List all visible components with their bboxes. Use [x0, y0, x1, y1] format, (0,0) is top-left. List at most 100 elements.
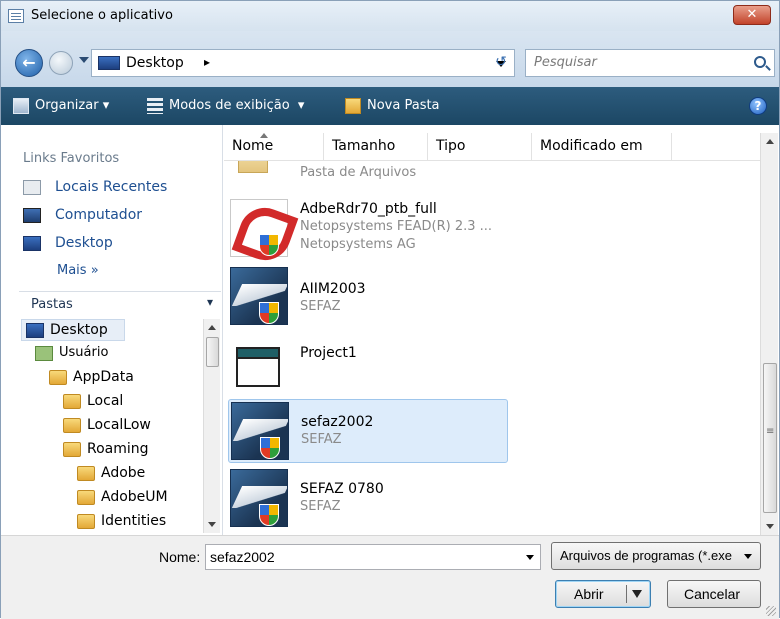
title-bar: Selecione o aplicativo ✕: [1, 1, 779, 31]
column-type[interactable]: Tipo: [428, 133, 532, 161]
file-name: AdbeRdr70_ptb_full: [300, 201, 437, 217]
address-bar: ← Desktop ▸ ↺ Pesquisar: [1, 31, 779, 87]
column-name[interactable]: Nome: [224, 133, 324, 161]
file-name: sefaz2002: [301, 414, 374, 430]
tree-item-label: Roaming: [87, 441, 149, 457]
file-list-scrollbar[interactable]: [760, 133, 778, 535]
file-list: Pasta de Arquivos AdbeRdr70_ptb_full Net…: [224, 161, 760, 535]
refresh-button[interactable]: ↺: [487, 50, 515, 76]
application-icon: [230, 267, 288, 325]
favorite-computer[interactable]: Computador: [23, 205, 213, 227]
search-input[interactable]: Pesquisar: [525, 49, 775, 77]
scroll-down-icon[interactable]: [208, 522, 216, 527]
favorite-label: Locais Recentes: [55, 179, 168, 195]
tree-item-label: Adobe: [101, 465, 146, 481]
favorites-heading: Links Favoritos: [23, 151, 120, 166]
column-modified[interactable]: Modificado em: [532, 133, 672, 161]
folder-tree-scroll-thumb[interactable]: [206, 337, 219, 367]
scroll-up-icon[interactable]: [766, 139, 774, 144]
filename-field[interactable]: sefaz2002: [205, 544, 541, 570]
column-label: Tipo: [436, 138, 466, 154]
scroll-up-icon[interactable]: [208, 325, 216, 330]
help-icon[interactable]: ?: [749, 97, 767, 115]
folder-icon: [63, 418, 81, 433]
tree-item-label: Identities: [101, 513, 167, 529]
history-dropdown-icon[interactable]: [79, 57, 89, 63]
window-icon: [8, 9, 24, 23]
folders-label: Pastas: [31, 297, 73, 312]
file-type-select[interactable]: Arquivos de programas (*.exe: [551, 542, 761, 570]
folder-tree: Desktop Usuário AppData Local LocalLow R…: [19, 317, 203, 533]
file-item[interactable]: Project1: [228, 333, 508, 397]
scroll-down-icon[interactable]: [766, 524, 774, 529]
application-icon: [231, 402, 289, 460]
file-item[interactable]: AIIM2003 SEFAZ: [228, 265, 508, 329]
column-size[interactable]: Tamanho: [324, 133, 428, 161]
file-item-selected[interactable]: sefaz2002 SEFAZ: [228, 399, 508, 463]
open-options-arrow-icon[interactable]: [632, 590, 642, 598]
column-label: Tamanho: [332, 138, 396, 154]
chevron-down-icon: [744, 554, 752, 559]
views-icon: [147, 98, 163, 114]
tree-item-desktop[interactable]: Desktop: [21, 319, 125, 341]
column-headers: Nome Tamanho Tipo Modificado em: [224, 133, 760, 161]
file-name: SEFAZ 0780: [300, 481, 384, 497]
uac-shield-icon: [260, 437, 280, 459]
tree-item-label: Usuário: [59, 345, 109, 360]
column-label: Nome: [232, 138, 274, 154]
file-company: SEFAZ: [300, 299, 341, 314]
dialog-footer: Nome: sefaz2002 Arquivos de programas (*…: [1, 535, 779, 619]
favorite-desktop[interactable]: Desktop: [23, 233, 213, 255]
file-company: SEFAZ: [301, 432, 342, 447]
open-with-dialog: Selecione o aplicativo ✕ ← Desktop ▸ ↺ P…: [0, 0, 780, 619]
file-item[interactable]: AdbeRdr70_ptb_full Netopsystems FEAD(R) …: [228, 197, 508, 261]
folder-tree-scrollbar[interactable]: [203, 319, 220, 533]
folder-icon: [63, 394, 81, 409]
open-label: Abrir: [574, 586, 604, 602]
address-field[interactable]: Desktop ▸: [91, 49, 515, 77]
filename-value[interactable]: sefaz2002: [210, 549, 275, 565]
open-button[interactable]: Abrir: [555, 580, 651, 608]
folder-icon: [77, 466, 95, 481]
organize-label: Organizar: [35, 98, 99, 113]
computer-icon: [23, 208, 41, 223]
navigation-pane: Links Favoritos Locais Recentes Computad…: [1, 125, 223, 535]
file-name: Project1: [300, 345, 357, 361]
uac-shield-icon: [259, 504, 279, 526]
cancel-button[interactable]: Cancelar: [667, 580, 761, 608]
command-toolbar: Organizar ▾ Modos de exibição ▾ Nova Pas…: [1, 87, 779, 125]
new-folder-icon: [345, 98, 361, 114]
desktop-icon: [98, 56, 120, 70]
file-description: Netopsystems FEAD(R) 2.3 ...: [300, 219, 493, 234]
breadcrumb-chevron-icon[interactable]: ▸: [204, 55, 210, 69]
file-company: Netopsystems AG: [300, 237, 416, 252]
column-label: Modificado em: [540, 138, 643, 154]
uac-shield-icon: [259, 302, 279, 324]
folder-icon: [49, 370, 67, 385]
organize-icon: [13, 98, 29, 114]
folder-icon: [238, 161, 268, 173]
back-button[interactable]: ←: [15, 49, 43, 77]
split-divider: [626, 585, 627, 603]
more-favorites-link[interactable]: Mais »: [57, 263, 99, 278]
views-button[interactable]: Modos de exibição ▾: [169, 98, 304, 113]
organize-button[interactable]: Organizar ▾: [35, 98, 109, 113]
forward-button[interactable]: [49, 51, 73, 75]
tree-item-label: AppData: [73, 369, 134, 385]
resize-grip-icon[interactable]: [766, 606, 776, 616]
uac-shield-icon: [259, 234, 279, 256]
folders-toggle[interactable]: Pastas ▾: [19, 291, 221, 317]
search-icon[interactable]: [754, 56, 766, 68]
file-company: SEFAZ: [300, 499, 341, 514]
file-subtitle: Pasta de Arquivos: [300, 165, 417, 180]
filename-dropdown-icon[interactable]: [526, 555, 534, 560]
address-location[interactable]: Desktop: [126, 55, 184, 71]
close-button[interactable]: ✕: [733, 5, 771, 25]
folder-icon: [77, 490, 95, 505]
desktop-icon: [23, 236, 41, 251]
filename-label: Nome:: [159, 549, 201, 565]
file-list-scroll-thumb[interactable]: [763, 363, 777, 513]
file-item[interactable]: SEFAZ 0780 SEFAZ: [228, 467, 508, 531]
favorite-recent-places[interactable]: Locais Recentes: [23, 177, 213, 199]
new-folder-button[interactable]: Nova Pasta: [367, 98, 440, 113]
